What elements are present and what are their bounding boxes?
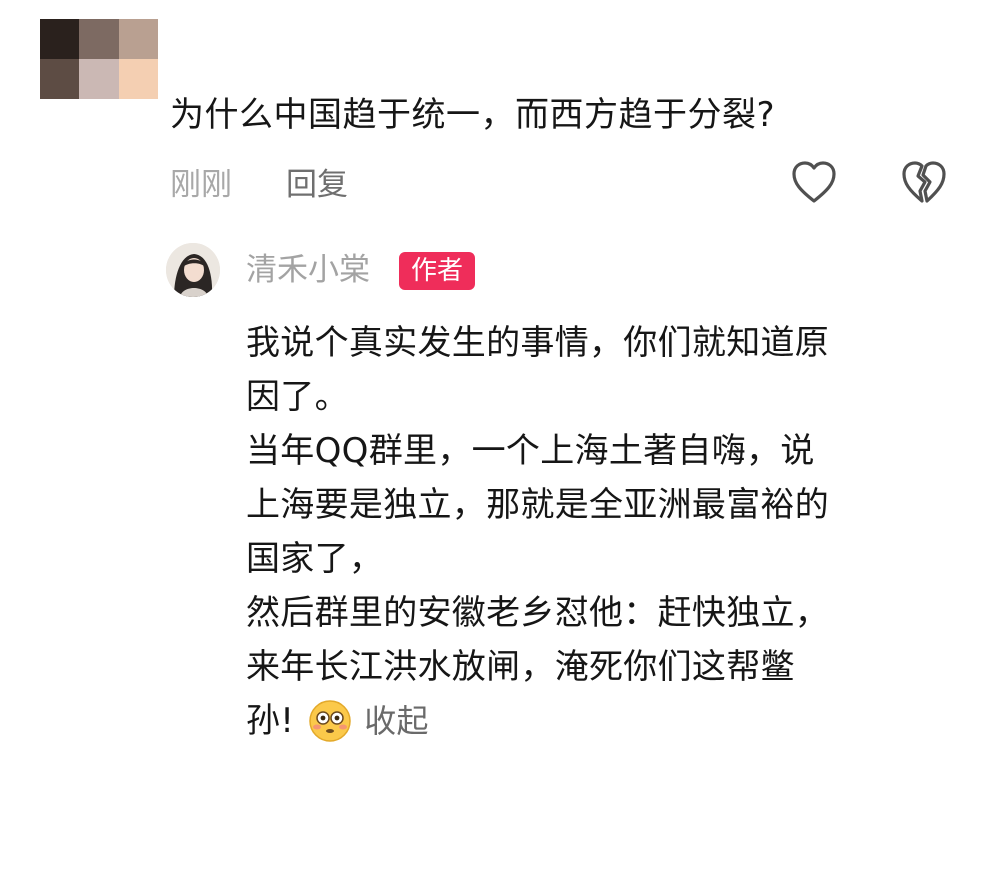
avatar-pixel [79,59,119,99]
author-avatar-image [166,243,220,297]
avatar-pixel [118,59,158,99]
flushed-face-icon [309,700,351,742]
avatar-pixel [40,19,80,59]
avatar-pixel [118,19,158,59]
reply-line: 上海要是独立，那就是全亚洲最富裕的 [246,485,830,525]
commenter-avatar[interactable] [40,19,158,99]
avatar-pixel [40,59,80,99]
collapse-link[interactable]: 收起 [364,694,429,748]
avatar-pixel [79,19,119,59]
reply-line: 然后群里的安徽老乡怼他：赶快独立， [246,593,830,633]
reply-line: 当年QQ群里，一个上海土著自嗨，说 [246,431,815,471]
reply-line: 孙! [246,701,295,741]
author-badge: 作者 [399,252,475,290]
reply-button[interactable]: 回复 [286,160,348,210]
reply-line: 因了。 [246,377,349,417]
reply-body: 我说个真实发生的事情，你们就知道原 因了。 当年QQ群里，一个上海土著自嗨，说 … [246,316,966,748]
reply-last-line: 孙! 收起 [246,694,966,748]
comment-text: 为什么中国趋于统一，而西方趋于分裂? [170,95,776,135]
author-avatar[interactable] [166,243,220,297]
reply-line: 我说个真实发生的事情，你们就知道原 [246,323,830,363]
broken-heart-icon[interactable] [900,159,948,205]
reply-line: 国家了， [246,539,384,579]
heart-outline-icon[interactable] [790,159,838,205]
comment-time: 刚刚 [170,167,232,203]
reply-line: 来年长江洪水放闸，淹死你们这帮鳖 [246,647,795,687]
author-username[interactable]: 清禾小棠 [246,245,370,295]
